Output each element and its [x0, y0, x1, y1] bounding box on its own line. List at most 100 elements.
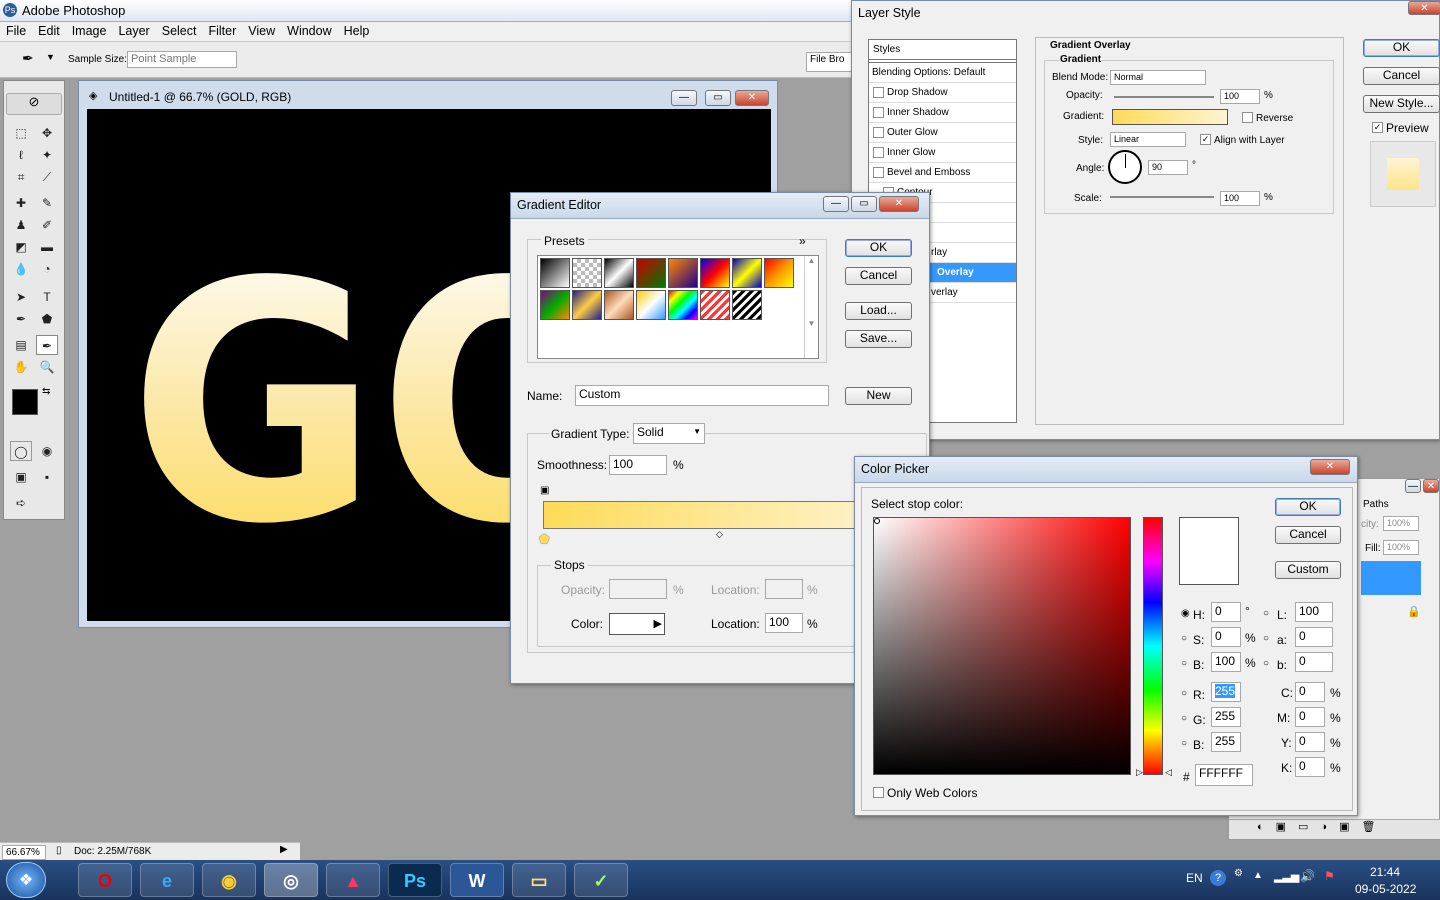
lab-b-field[interactable]: 0 [1295, 652, 1333, 672]
ge-ok-button[interactable]: OK [845, 239, 912, 257]
lock-icon[interactable]: 🔒 [1407, 605, 1421, 618]
doc-close-button[interactable]: ✕ [735, 90, 769, 106]
hue-arrow-right-icon[interactable]: ◁ [1165, 767, 1172, 778]
notes-icon[interactable]: ▤ [10, 335, 32, 355]
lab-b-radio[interactable]: ○ [1263, 658, 1269, 669]
layer-style-cancel-button[interactable]: Cancel [1363, 67, 1440, 85]
g-radio[interactable]: ○ [1181, 713, 1187, 724]
gradient-type-select[interactable]: Solid ▼ [633, 423, 705, 444]
inner-glow-item[interactable]: Inner Glow [869, 143, 1016, 163]
preset-swatch[interactable] [540, 258, 570, 288]
ge-load-button[interactable]: Load... [845, 302, 912, 320]
h-field[interactable]: 0 [1211, 602, 1241, 622]
photoshop-taskbar-icon[interactable]: ◎ [264, 863, 318, 897]
fullscreen-icon[interactable]: ▪ [36, 467, 58, 487]
color-location-field[interactable]: 100 [765, 613, 803, 633]
bevel-emboss-item[interactable]: Bevel and Emboss [869, 163, 1016, 183]
r-field[interactable]: 255 [1211, 682, 1241, 702]
layer-row-selected[interactable] [1361, 561, 1421, 595]
type-icon[interactable]: T [36, 287, 58, 307]
start-button[interactable]: ❖ [6, 862, 46, 898]
angle-field[interactable]: 90 [1148, 160, 1188, 175]
preset-swatch[interactable] [572, 258, 602, 288]
preset-swatch[interactable] [668, 290, 698, 320]
panel-close-button[interactable]: ✕ [1423, 479, 1439, 493]
layer-style-close-button[interactable]: ✕ [1408, 1, 1440, 15]
cp-cancel-button[interactable]: Cancel [1275, 526, 1341, 544]
name-field[interactable]: Custom [575, 385, 829, 406]
preset-swatch[interactable] [700, 258, 730, 288]
preset-swatch[interactable] [668, 258, 698, 288]
chart-app-icon[interactable]: ✓ [574, 863, 628, 897]
web-colors-checkbox[interactable] [873, 787, 884, 798]
opera-icon[interactable]: O [78, 863, 132, 897]
b-radio[interactable]: ○ [1181, 658, 1187, 669]
opacity-location-field[interactable] [765, 579, 803, 599]
stop-color-swatch[interactable]: ▶ [609, 613, 665, 635]
layers-footer-icons[interactable]: ◐▣▭◑▣🗑 [1229, 819, 1440, 839]
preset-swatch[interactable] [700, 290, 730, 320]
network-icon[interactable]: ▂▃▅ [1274, 870, 1299, 883]
smoothness-field[interactable]: 100 [609, 455, 667, 475]
outer-glow-item[interactable]: Outer Glow [869, 123, 1016, 143]
b-field[interactable]: 100 [1211, 652, 1241, 672]
layer-style-ok-button[interactable]: OK [1363, 39, 1440, 57]
menu-filter[interactable]: Filter [202, 22, 242, 40]
blend-mode-select[interactable]: Normal [1110, 70, 1206, 85]
a-field[interactable]: 0 [1295, 627, 1333, 647]
gradient-preview[interactable] [1112, 109, 1228, 125]
s-field[interactable]: 0 [1211, 627, 1241, 647]
standard-mode-icon[interactable]: ◯ [10, 441, 32, 461]
s-radio[interactable]: ○ [1181, 633, 1187, 644]
doc-restore-button[interactable]: ▭ [705, 90, 731, 106]
presets-menu-icon[interactable]: » [799, 234, 806, 248]
chevron-down-icon[interactable]: ▼ [46, 52, 55, 62]
ge-new-button[interactable]: New [845, 387, 912, 405]
hex-field[interactable]: FFFFFF [1195, 764, 1253, 786]
r-radio[interactable]: ○ [1181, 688, 1187, 699]
hand-icon[interactable]: ✋ [10, 357, 32, 377]
dodge-icon[interactable]: ◔ [36, 259, 58, 279]
l-radio[interactable]: ○ [1263, 608, 1269, 619]
angle-dial[interactable] [1108, 150, 1142, 184]
scale-slider[interactable] [1110, 196, 1214, 198]
history-brush-icon[interactable]: ✐ [36, 215, 58, 235]
word-icon[interactable]: W [450, 863, 504, 897]
menu-help[interactable]: Help [338, 22, 376, 40]
lasso-icon[interactable]: ℓ [10, 145, 32, 165]
imageready-icon[interactable]: ➪ [10, 493, 32, 513]
language-indicator[interactable]: EN [1186, 871, 1203, 885]
blending-options-item[interactable]: Blending Options: Default [869, 63, 1016, 83]
brush-icon[interactable]: ✎ [36, 193, 58, 213]
opacity-stop-marker[interactable]: ▣ [540, 485, 549, 496]
app-icon[interactable]: ▲ [326, 863, 380, 897]
chrome-icon[interactable]: ◉ [202, 863, 256, 897]
m-field[interactable]: 0 [1295, 707, 1325, 727]
status-arrow-icon[interactable]: ▶ [280, 844, 288, 855]
c-field[interactable]: 0 [1295, 682, 1325, 702]
l-field[interactable]: 100 [1295, 602, 1333, 622]
preset-swatch[interactable] [764, 258, 794, 288]
preset-swatch[interactable] [604, 258, 634, 288]
style-select[interactable]: Linear [1110, 132, 1186, 147]
internet-explorer-icon[interactable]: e [140, 863, 194, 897]
paths-tab[interactable]: Paths [1363, 499, 1389, 510]
eyedropper-icon[interactable]: ✒ [22, 50, 34, 67]
shape-icon[interactable]: ⬟ [36, 309, 58, 329]
g-field[interactable]: 255 [1211, 707, 1241, 727]
blue-radio[interactable]: ○ [1181, 738, 1187, 749]
volume-icon[interactable]: 🔊 [1300, 869, 1315, 883]
path-select-icon[interactable]: ➤ [10, 287, 32, 307]
preset-swatch[interactable] [732, 258, 762, 288]
menu-edit[interactable]: Edit [32, 22, 66, 40]
pen-icon[interactable]: ✒ [10, 309, 32, 329]
layer-opacity-field[interactable]: 100% [1383, 516, 1419, 531]
layer-fill-field[interactable]: 100% [1383, 540, 1419, 555]
clock-date[interactable]: 09-05-2022 [1355, 882, 1416, 896]
eyedropper-tool-icon[interactable]: ✒ [36, 335, 58, 355]
opacity-field[interactable]: 100 [1220, 89, 1260, 104]
healing-icon[interactable]: ✚ [10, 193, 32, 213]
inner-shadow-item[interactable]: Inner Shadow [869, 103, 1016, 123]
zoom-icon[interactable]: 🔍 [36, 357, 58, 377]
screen-mode-icon[interactable]: ▣ [10, 467, 32, 487]
